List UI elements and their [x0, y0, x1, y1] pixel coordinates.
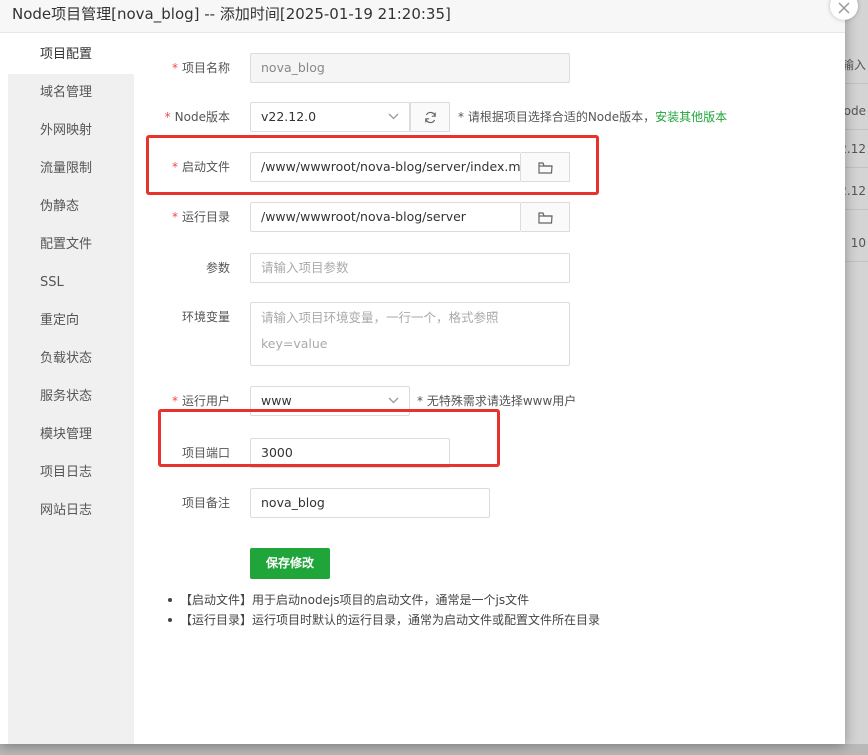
- node-version-select[interactable]: v22.12.0: [250, 102, 410, 132]
- sidebar-item-ssl[interactable]: SSL: [8, 264, 134, 302]
- dialog-title: Node项目管理[nova_blog] -- 添加时间[2025-01-19 2…: [0, 0, 845, 33]
- start-file-input[interactable]: /www/wwwroot/nova-blog/server/index.mj: [250, 152, 521, 182]
- folder-icon: [538, 162, 553, 174]
- background-bottom: [0, 744, 868, 755]
- sidebar-item-load-status[interactable]: 负载状态: [8, 340, 134, 378]
- sidebar-item-rewrite[interactable]: 伪静态: [8, 188, 134, 226]
- refresh-icon: [425, 111, 436, 124]
- note-run-dir: 【运行目录】运行项目时默认的运行目录，通常为启动文件或配置文件所在目录: [166, 610, 600, 630]
- project-settings-dialog: Node项目管理[nova_blog] -- 添加时间[2025-01-19 2…: [0, 0, 845, 744]
- save-button[interactable]: 保存修改: [250, 548, 330, 579]
- sidebar-item-modules[interactable]: 模块管理: [8, 416, 134, 454]
- run-dir-browse-button[interactable]: [521, 202, 570, 232]
- sidebar-item-site-log[interactable]: 网站日志: [8, 492, 134, 530]
- remark-label: 项目备注: [181, 496, 230, 510]
- params-label: 参数: [205, 261, 230, 275]
- run-user-hint: * 无特殊需求请选择www用户: [417, 394, 577, 408]
- port-label: 项目端口: [181, 446, 230, 460]
- sidebar-item-service-status[interactable]: 服务状态: [8, 378, 134, 416]
- refresh-versions-button[interactable]: [410, 102, 450, 132]
- port-input[interactable]: 3000: [250, 438, 450, 468]
- help-notes: 【启动文件】用于启动nodejs项目的启动文件，通常是一个js文件 【运行目录】…: [166, 590, 600, 630]
- remark-input[interactable]: nova_blog: [250, 488, 490, 518]
- start-file-label: * 启动文件: [171, 160, 230, 174]
- close-icon: [838, 2, 850, 14]
- project-config-form: * 项目名称 nova_blog * Node版本 v22.12.0 * 请根据项目…: [134, 34, 845, 744]
- run-dir-label: * 运行目录: [171, 210, 230, 224]
- sidebar-item-traffic-limit[interactable]: 流量限制: [8, 150, 134, 188]
- params-input[interactable]: 请输入项目参数: [250, 253, 570, 283]
- run-user-label: * 运行用户: [171, 394, 230, 408]
- sidebar-item-project-config[interactable]: 项目配置: [8, 36, 134, 74]
- node-version-hint: * 请根据项目选择合适的Node版本，安装其他版本: [458, 110, 728, 124]
- run-dir-input[interactable]: /www/wwwroot/nova-blog/server: [250, 202, 521, 232]
- env-label: 环境变量: [181, 310, 230, 324]
- dialog-sidebar: 项目配置 域名管理 外网映射 流量限制 伪静态 配置文件 SSL 重定向 负载状…: [8, 36, 134, 744]
- note-start-file: 【启动文件】用于启动nodejs项目的启动文件，通常是一个js文件: [166, 590, 600, 610]
- run-user-select[interactable]: www: [250, 386, 410, 416]
- folder-icon: [538, 212, 553, 224]
- chevron-down-icon: [388, 113, 399, 120]
- chevron-down-icon: [388, 397, 399, 404]
- env-textarea[interactable]: 请输入项目环境变量，一行一个，格式参照key=value: [250, 302, 570, 366]
- node-version-label: * Node版本: [164, 110, 230, 124]
- install-other-versions-link[interactable]: 安装其他版本: [655, 110, 727, 124]
- sidebar-item-external-mapping[interactable]: 外网映射: [8, 112, 134, 150]
- start-file-browse-button[interactable]: [521, 152, 570, 182]
- sidebar-item-config-file[interactable]: 配置文件: [8, 226, 134, 264]
- project-name-label: * 项目名称: [171, 61, 230, 75]
- sidebar-item-domain[interactable]: 域名管理: [8, 74, 134, 112]
- sidebar-item-project-log[interactable]: 项目日志: [8, 454, 134, 492]
- sidebar-item-redirect[interactable]: 重定向: [8, 302, 134, 340]
- project-name-input[interactable]: nova_blog: [250, 53, 570, 83]
